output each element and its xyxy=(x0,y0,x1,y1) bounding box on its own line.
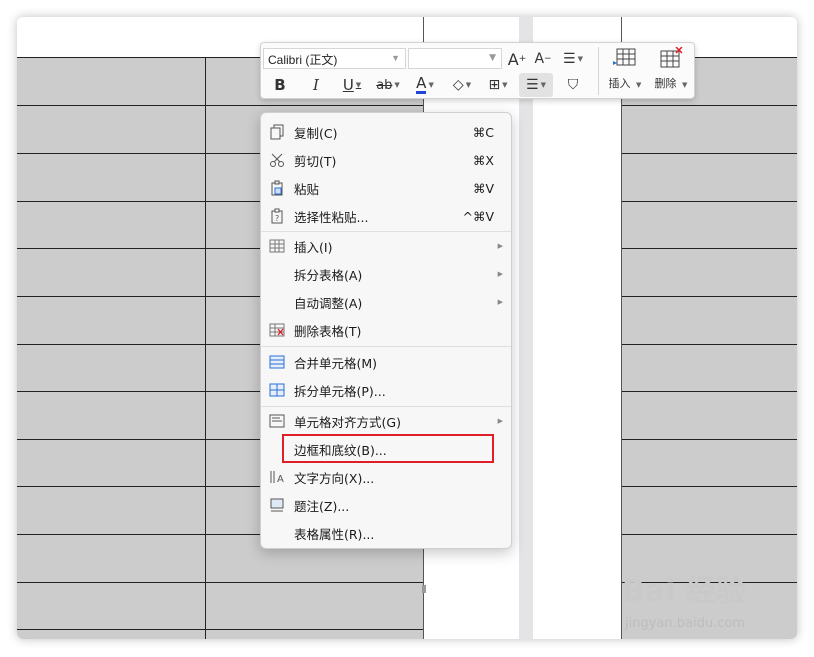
menu-item-paste[interactable]: 粘贴 ⌘V xyxy=(261,174,511,202)
table-insert-icon xyxy=(613,48,636,66)
menu-item-delete-table[interactable]: 删除表格(T) xyxy=(261,316,511,344)
paste-special-icon: ? xyxy=(271,208,283,224)
menu-item-text-direction[interactable]: A 文字方向(X)... xyxy=(261,463,511,491)
menu-item-copy[interactable]: 复制(C) ⌘C xyxy=(261,118,511,146)
delete-label: 删除 ▼ xyxy=(654,77,688,90)
delete-button[interactable]: 删除 ▼ xyxy=(649,46,693,97)
shrink-font-button[interactable]: A − xyxy=(533,47,553,71)
svg-text:A: A xyxy=(277,474,284,485)
table-delete-icon xyxy=(660,46,683,68)
menu-item-paste-special[interactable]: ? 选择性粘贴... ^⌘V xyxy=(261,202,511,230)
underline-button[interactable]: U ▼ xyxy=(337,73,367,97)
italic-glyph: I xyxy=(313,76,319,94)
submenu-arrow-icon: ▶ xyxy=(497,242,503,250)
baidu-watermark: Bai 经验 jingyan.baidu.com xyxy=(622,566,772,636)
table-delete-icon xyxy=(269,323,285,337)
menu-item-cell-alignment[interactable]: 单元格对齐方式(G) ▶ xyxy=(261,407,511,435)
insert-button[interactable]: 插入 ▼ xyxy=(603,47,647,97)
page-separator xyxy=(519,17,533,639)
align-left-icon: ☰ xyxy=(526,77,539,93)
highlight-button[interactable]: ◇ ▼ xyxy=(447,73,477,97)
submenu-arrow-icon: ▶ xyxy=(497,270,503,278)
italic-button[interactable]: I xyxy=(305,73,327,97)
copy-icon xyxy=(270,124,284,140)
line-spacing-icon: ☰ xyxy=(563,51,576,67)
context-menu: 复制(C) ⌘C 剪切(T) ⌘X 粘贴 ⌘V ? 选择性粘贴... ^⌘V 插… xyxy=(260,112,512,549)
paint-bucket-icon: ◇ xyxy=(452,77,464,93)
underline-glyph: U xyxy=(342,76,354,94)
menu-item-split-cells[interactable]: 拆分单元格(P)... xyxy=(261,376,511,404)
format-painter-icon: ⛉ xyxy=(567,77,579,93)
format-painter-button[interactable]: ⛉ xyxy=(561,73,585,97)
align-button[interactable]: ☰ ▼ xyxy=(519,73,553,97)
strikethrough-button[interactable]: ab ▼ xyxy=(373,73,403,97)
menu-item-caption[interactable]: 题注(Z)... xyxy=(261,491,511,519)
text-color-button[interactable]: A ▼ xyxy=(411,73,439,97)
font-name-value: Calibri (正文) xyxy=(268,53,338,67)
submenu-arrow-icon: ▶ xyxy=(497,417,503,425)
svg-text:?: ? xyxy=(275,214,279,223)
line-spacing-button[interactable]: ☰ ▼ xyxy=(559,47,587,71)
menu-item-insert[interactable]: 插入(I) ▶ xyxy=(261,232,511,260)
insert-label: 插入 ▼ xyxy=(608,77,642,90)
grow-font-button[interactable]: A + xyxy=(507,47,527,71)
split-cells-icon xyxy=(269,383,285,397)
watermark-url: jingyan.baidu.com xyxy=(625,616,745,631)
font-size-select[interactable]: ▼ xyxy=(408,48,502,69)
watermark-logo: Bai 经验 xyxy=(622,574,746,609)
menu-item-autofit[interactable]: 自动调整(A) ▶ xyxy=(261,288,511,316)
menu-item-cut[interactable]: 剪切(T) ⌘X xyxy=(261,146,511,174)
bold-glyph: B xyxy=(274,76,286,94)
table-right-cells[interactable] xyxy=(621,57,797,639)
cell-align-icon xyxy=(269,414,285,428)
submenu-arrow-icon: ▶ xyxy=(497,298,503,306)
clipboard-icon xyxy=(271,180,283,196)
text-direction-icon: A xyxy=(270,471,284,485)
scissors-icon xyxy=(270,153,284,167)
text-color-glyph: A xyxy=(416,74,427,94)
caption-icon xyxy=(270,498,284,512)
menu-item-split-table[interactable]: 拆分表格(A) ▶ xyxy=(261,260,511,288)
highlight-annotation xyxy=(282,434,494,463)
table-insert-icon xyxy=(269,239,285,253)
chevron-down-icon: ▼ xyxy=(391,53,400,63)
mini-format-toolbar: Calibri (正文) ▼ ▼ A + A − ☰ ▼ B I U ▼ ab ▼ A ▼ … xyxy=(260,42,695,99)
merge-cells-icon xyxy=(269,355,285,369)
borders-button[interactable]: ⊞ ▼ xyxy=(483,73,513,97)
menu-item-table-properties[interactable]: 表格属性(R)... xyxy=(261,519,511,547)
bold-button[interactable]: B xyxy=(269,73,291,97)
menu-item-merge-cells[interactable]: 合并单元格(M) xyxy=(261,348,511,376)
border-grid-icon: ⊞ xyxy=(488,77,501,93)
chevron-down-icon: ▼ xyxy=(489,53,496,63)
strikethrough-icon: ab xyxy=(376,77,393,93)
font-name-select[interactable]: Calibri (正文) ▼ xyxy=(263,48,406,69)
